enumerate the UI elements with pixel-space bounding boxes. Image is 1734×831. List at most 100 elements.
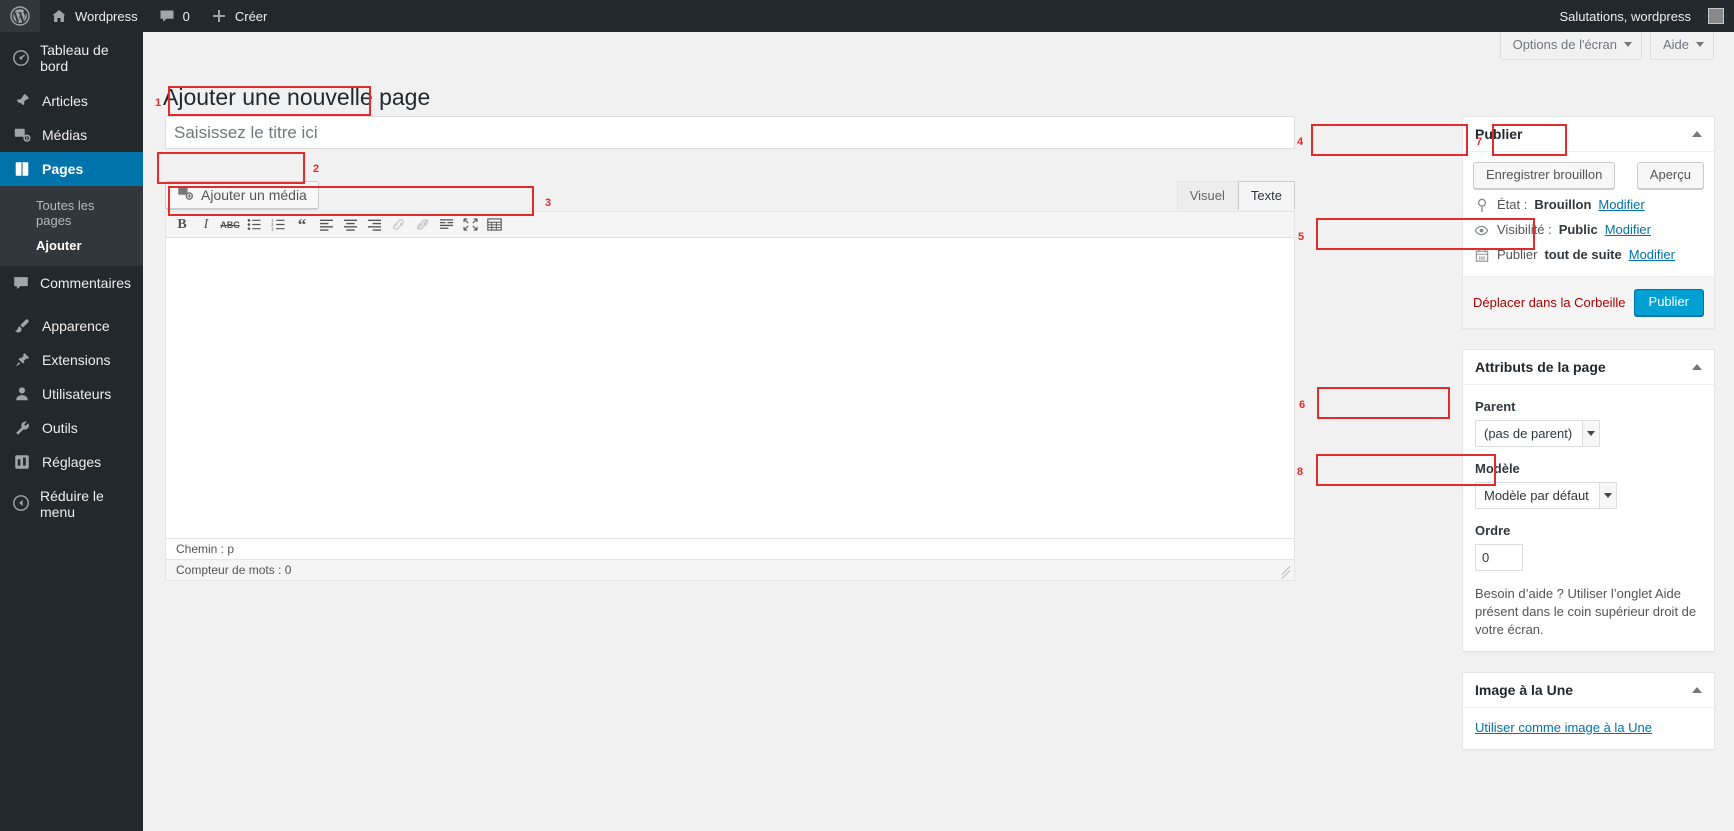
preview-button[interactable]: Aperçu (1636, 162, 1704, 189)
greeting-label: Salutations, wordpress (1559, 8, 1691, 24)
italic-button[interactable]: I (194, 214, 218, 236)
edit-status-link[interactable]: Modifier (1598, 196, 1644, 214)
page-title: Ajouter une nouvelle page (163, 84, 431, 111)
page-attributes-header[interactable]: Attributs de la page (1463, 350, 1714, 385)
status-value: Brouillon (1534, 197, 1592, 212)
chevron-down-icon (1696, 42, 1704, 47)
insert-more-tag-button[interactable] (434, 214, 458, 236)
template-select-value: Modèle par défaut (1484, 488, 1589, 503)
page-attributes-box: Attributs de la page Parent (pas de pare… (1462, 349, 1715, 652)
strikethrough-button[interactable]: ABC (218, 214, 242, 236)
sidebar-subitem-all-pages[interactable]: Toutes les pages (0, 193, 143, 233)
sidebar-subitem-add-new[interactable]: Ajouter (0, 233, 143, 258)
media-icon (12, 126, 32, 144)
editor-path-status: Chemin : p (166, 538, 1294, 559)
menu-order-input[interactable] (1475, 544, 1523, 571)
sidebar-item-pages[interactable]: Pages (0, 152, 143, 186)
collapse-menu-label: Réduire le menu (40, 488, 104, 520)
align-center-button[interactable] (338, 214, 362, 236)
page-attributes-title: Attributs de la page (1475, 359, 1606, 375)
template-label: Modèle (1475, 461, 1520, 476)
post-title-input[interactable] (165, 116, 1295, 149)
insert-link-button[interactable] (386, 214, 410, 236)
new-content-menu[interactable]: Créer (200, 0, 278, 32)
publish-button[interactable]: Publier (1633, 289, 1704, 316)
move-to-trash-link[interactable]: Déplacer dans la Corbeille (1473, 295, 1625, 310)
sidebar-item-comments[interactable]: Commentaires (0, 266, 143, 300)
remove-link-button[interactable] (410, 214, 434, 236)
status-prefix: État : (1497, 197, 1528, 212)
page-attributes-body: Parent (pas de parent) Modèle Modèle par… (1463, 385, 1714, 651)
my-account-menu[interactable]: Salutations, wordpress (1549, 0, 1734, 32)
add-media-button[interactable]: Ajouter un média (165, 181, 319, 209)
toolbar-toggle-button[interactable] (482, 214, 506, 236)
featured-image-header[interactable]: Image à la Une (1463, 673, 1714, 708)
collapse-menu-button[interactable]: Réduire le menu (0, 487, 143, 521)
brush-icon (12, 317, 32, 335)
collapse-arrow-icon (12, 494, 30, 515)
tab-visual-label: Visuel (1189, 188, 1225, 203)
bold-button[interactable]: B (170, 214, 194, 236)
editor-container: B I ABC 123 “ Chemin: p Compteur de mot… (165, 211, 1295, 581)
parent-label: Parent (1475, 399, 1516, 414)
schedule-value: tout de suite (1544, 247, 1622, 262)
plus-icon (210, 7, 228, 25)
edit-visibility-link[interactable]: Modifier (1605, 221, 1651, 239)
editor-mode-tabs: Visuel Texte (1176, 181, 1295, 210)
sidebar-item-label: Utilisateurs (42, 386, 112, 402)
comments-menu[interactable]: 0 (148, 0, 200, 32)
screen-options-button[interactable]: Options de l'écran (1499, 32, 1642, 60)
blockquote-button[interactable]: “ (290, 214, 314, 236)
sidebar-item-tools[interactable]: Outils (0, 411, 143, 445)
distraction-free-button[interactable] (458, 214, 482, 236)
bullet-list-button[interactable] (242, 214, 266, 236)
featured-image-title: Image à la Une (1475, 682, 1574, 698)
help-button[interactable]: Aide (1649, 32, 1714, 60)
wp-logo-menu[interactable] (0, 0, 40, 32)
chevron-up-icon[interactable] (1692, 687, 1702, 693)
numbered-list-button[interactable]: 123 (266, 214, 290, 236)
editor-content-area[interactable] (166, 238, 1294, 538)
sidebar-item-media[interactable]: Médias (0, 118, 143, 152)
featured-image-box: Image à la Une Utiliser comme image à la… (1462, 672, 1715, 750)
site-name-menu[interactable]: Wordpress (40, 0, 148, 32)
media-buttons-row: Ajouter un média Visuel Texte (165, 181, 1295, 211)
sidebar-item-posts[interactable]: Articles (0, 84, 143, 118)
sidebar-item-appearance[interactable]: Apparence (0, 309, 143, 343)
sidebar-item-settings[interactable]: Réglages (0, 445, 143, 479)
publish-box-header[interactable]: Publier (1463, 117, 1714, 152)
template-select[interactable]: Modèle par défaut (1475, 482, 1617, 509)
sidebar-item-users[interactable]: Utilisateurs (0, 377, 143, 411)
chevron-up-icon[interactable] (1692, 131, 1702, 137)
sidebar-item-label: Articles (42, 93, 88, 109)
save-draft-button[interactable]: Enregistrer brouillon (1473, 162, 1616, 189)
tab-text[interactable]: Texte (1237, 181, 1295, 210)
preview-label: Aperçu (1649, 167, 1691, 182)
align-left-button[interactable] (314, 214, 338, 236)
comments-count: 0 (182, 8, 190, 24)
chevron-down-icon (1623, 42, 1632, 47)
visibility-prefix: Visibilité : (1497, 222, 1552, 237)
set-featured-image-link[interactable]: Utiliser comme image à la Une (1475, 720, 1652, 735)
publish-label: Publier (1648, 294, 1689, 309)
editor-word-count-bar: Compteur de mots : 0 (166, 559, 1294, 580)
title-row (165, 116, 1295, 149)
new-content-label: Créer (234, 8, 268, 24)
attributes-help-text: Besoin d’aide ? Utiliser l’onglet Aide p… (1475, 586, 1697, 637)
editor-resize-handle[interactable] (1280, 565, 1292, 580)
align-right-button[interactable] (362, 214, 386, 236)
menu-separator-1 (0, 75, 143, 84)
parent-select[interactable]: (pas de parent) (1475, 420, 1601, 447)
sidebar-item-label: Réglages (42, 454, 102, 470)
screen-options-label: Options de l'écran (1512, 37, 1617, 52)
chevron-down-icon (1598, 483, 1616, 508)
edit-schedule-link[interactable]: Modifier (1629, 246, 1675, 264)
home-icon (50, 7, 68, 25)
sidebar-item-dashboard[interactable]: Tableau de bord (0, 41, 143, 75)
admin-sidebar-menu: Tableau de bord Articles Médias Pages To… (0, 32, 143, 831)
sidebar-item-plugins[interactable]: Extensions (0, 343, 143, 377)
svg-text:3: 3 (271, 226, 274, 231)
comment-icon (12, 274, 30, 292)
tab-visual[interactable]: Visuel (1176, 181, 1238, 210)
chevron-up-icon[interactable] (1692, 364, 1702, 370)
